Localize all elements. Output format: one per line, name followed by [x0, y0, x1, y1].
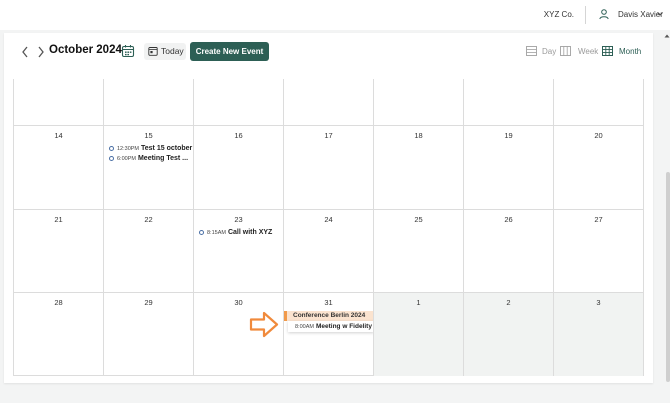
scroll-up-arrow-icon[interactable] [664, 33, 670, 39]
event-title: Meeting w Fidelity [315, 323, 372, 330]
day-number: 21 [54, 215, 63, 224]
day-number: 27 [594, 215, 603, 224]
topbar-divider [585, 6, 586, 24]
day-cell[interactable]: 20 [553, 125, 643, 209]
day-cell[interactable]: 1 [373, 292, 463, 376]
day-cell[interactable]: 23 8:15AM Call with XYZ [193, 209, 283, 292]
day-cell[interactable]: 2 [463, 292, 553, 376]
day-number: 22 [144, 215, 153, 224]
day-number: 19 [504, 131, 513, 140]
day-cell[interactable]: 15 12:30PM Test 15 october 6:00PM Meeting Te… [103, 125, 193, 209]
day-cell[interactable]: 24 [283, 209, 373, 292]
day-cell[interactable]: 3 [553, 292, 643, 376]
day-cell[interactable] [193, 79, 283, 125]
chevron-down-icon[interactable] [656, 10, 664, 18]
month-view-icon[interactable] [602, 46, 613, 56]
event-title: Test 15 october [141, 145, 193, 152]
event-time: 6:00PM [117, 155, 136, 162]
event-dot-icon [199, 230, 204, 235]
day-number: 25 [414, 215, 423, 224]
calendar-picker-icon[interactable] [120, 43, 136, 59]
user-icon[interactable] [598, 8, 610, 20]
all-day-event-title: Conference Berlin 2024 [293, 312, 366, 319]
chevron-left-icon[interactable] [20, 45, 30, 59]
day-number: 18 [414, 131, 423, 140]
event-time: 8:15AM [207, 229, 226, 236]
day-cell[interactable]: 31 Conference Berlin 2024 8:00AM Meeting w … [283, 292, 374, 376]
day-cell[interactable] [13, 79, 103, 125]
event-time: 12:30PM [117, 145, 140, 152]
arrow-right-icon [249, 311, 279, 338]
calendar-event[interactable]: 8:15AM Call with XYZ [199, 229, 272, 236]
day-number: 23 [234, 215, 243, 224]
create-new-event-button[interactable]: Create New Event [190, 42, 269, 61]
day-cell[interactable]: 26 [463, 209, 553, 292]
day-number: 14 [54, 131, 63, 140]
day-cell[interactable]: 18 [373, 125, 463, 209]
day-cell[interactable]: 14 [13, 125, 103, 209]
event-dot-icon [109, 146, 114, 151]
chevron-right-icon[interactable] [36, 45, 46, 59]
day-cell[interactable]: 27 [553, 209, 643, 292]
day-view-label[interactable]: Day [542, 47, 556, 56]
month-view-label[interactable]: Month [619, 47, 641, 56]
day-number: 29 [144, 298, 153, 307]
day-number: 15 [144, 131, 153, 140]
day-cell[interactable]: 28 [13, 292, 103, 376]
week-view-label[interactable]: Week [578, 47, 598, 56]
event-time: 8:00AM [295, 323, 314, 330]
month-grid: 14 15 12:30PM Test 15 october 6:00PM Meeting … [13, 79, 644, 376]
day-cell[interactable]: 16 [193, 125, 283, 209]
day-cell[interactable]: 22 [103, 209, 193, 292]
day-cell[interactable] [103, 79, 193, 125]
company-name[interactable]: XYZ Co. [544, 10, 574, 19]
calendar-today-icon [148, 47, 158, 56]
day-number: 3 [596, 298, 601, 307]
day-cell[interactable] [283, 79, 373, 125]
week-view-icon[interactable] [560, 46, 571, 56]
day-cell[interactable] [373, 79, 463, 125]
event-title: Call with XYZ [227, 229, 273, 236]
day-cell[interactable] [463, 79, 553, 125]
day-number: 30 [234, 298, 243, 307]
day-number: 20 [594, 131, 603, 140]
month-title: October 2024 [49, 44, 122, 56]
day-cell[interactable]: 25 [373, 209, 463, 292]
day-cell[interactable]: 29 [103, 292, 193, 376]
day-cell[interactable] [553, 79, 643, 125]
day-number: 16 [234, 131, 243, 140]
day-number: 17 [324, 131, 333, 140]
day-number: 26 [504, 215, 513, 224]
day-number: 28 [54, 298, 63, 307]
calendar-event[interactable]: 8:00AM Meeting w Fidelity [288, 321, 374, 332]
day-cell[interactable]: 19 [463, 125, 553, 209]
calendar-event[interactable]: 6:00PM Meeting Test ... [109, 155, 188, 162]
top-bar: XYZ Co. Davis Xavier [0, 0, 670, 30]
event-title: Meeting Test ... [137, 155, 189, 162]
day-cell[interactable]: 21 [13, 209, 103, 292]
day-number: 31 [324, 298, 333, 307]
day-number: 2 [506, 298, 511, 307]
all-day-event[interactable]: Conference Berlin 2024 [284, 311, 374, 321]
today-label[interactable]: Today [161, 46, 184, 56]
calendar-event[interactable]: 12:30PM Test 15 october [109, 145, 192, 152]
day-view-icon[interactable] [526, 46, 537, 56]
day-cell[interactable]: 17 [283, 125, 373, 209]
day-number: 1 [416, 298, 421, 307]
day-number: 24 [324, 215, 333, 224]
event-dot-icon [109, 156, 114, 161]
scrollbar-thumb[interactable] [666, 172, 670, 382]
